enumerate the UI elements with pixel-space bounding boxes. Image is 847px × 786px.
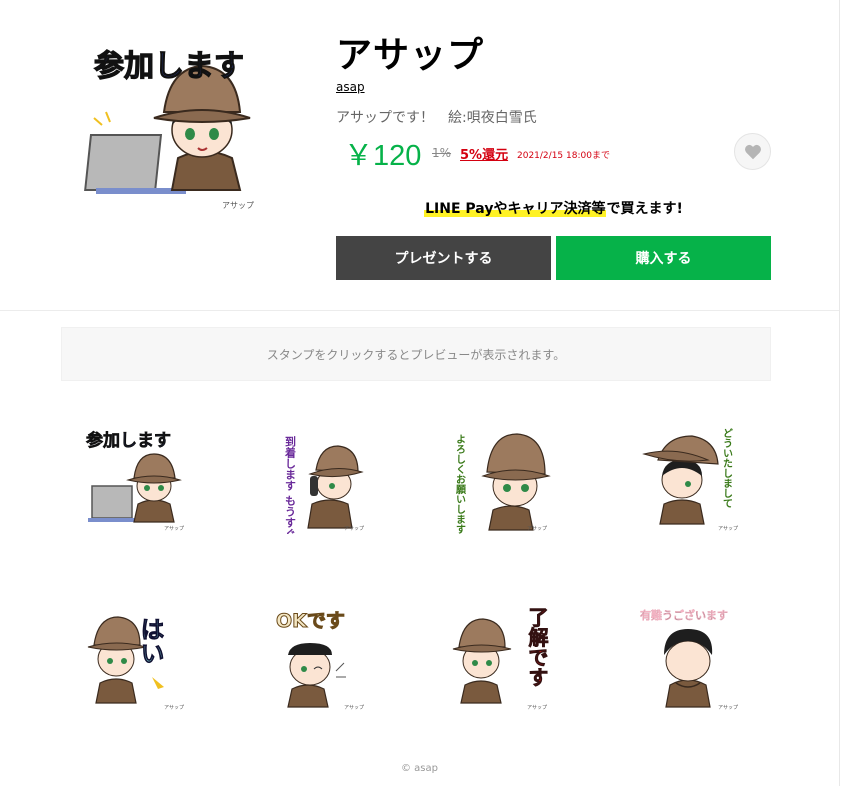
main-sticker-image: 参加します アサップ: [80, 30, 270, 215]
sticker-item[interactable]: 有難うございます アサップ: [636, 603, 746, 713]
price-row: ￥120 1% 5%還元 2021/2/15 18:00まで: [336, 132, 776, 172]
sticker-item[interactable]: よろしくお願いします アサップ: [445, 424, 555, 534]
author-link[interactable]: asap: [336, 80, 365, 94]
svg-text:了解です: 了解です: [525, 607, 549, 687]
product-title: アサップ: [336, 35, 485, 76]
cashback-badge[interactable]: 5%還元: [460, 144, 508, 163]
svg-text:OKです: OKです: [276, 610, 345, 632]
favorite-button[interactable]: [734, 133, 771, 170]
svg-text:アサップ: アサップ: [344, 705, 364, 711]
sticker-item[interactable]: 参加します アサップ: [82, 424, 192, 534]
sticker-item[interactable]: 到着します もうすぐ アサップ: [262, 424, 372, 539]
heart-icon: [744, 144, 761, 159]
old-point-rate: 1%: [432, 146, 452, 160]
svg-text:アサップ: アサップ: [527, 526, 547, 532]
svg-text:到着します もうすぐ: 到着します もうすぐ: [284, 435, 298, 534]
svg-text:参加します: 参加します: [86, 430, 171, 451]
svg-text:有難うございます: 有難うございます: [640, 608, 728, 622]
svg-text:どういたしまして: どういたしまして: [721, 428, 733, 508]
sticker-item[interactable]: はい アサップ: [82, 603, 192, 713]
svg-text:よろしくお願いします: よろしくお願いします: [454, 434, 466, 534]
section-divider: [0, 310, 839, 311]
sticker-item[interactable]: どういたしまして アサップ: [636, 424, 746, 534]
buy-button[interactable]: 購入する: [556, 236, 771, 280]
sticker-item[interactable]: OKです アサップ: [262, 603, 372, 713]
preview-hint: スタンプをクリックするとプレビューが表示されます。: [61, 327, 771, 381]
payment-promo: LINE Payやキャリア決済等で買えます!: [336, 198, 771, 218]
promo-highlight: LINE Payやキャリア決済等: [424, 201, 607, 217]
svg-text:アサップ: アサップ: [164, 705, 184, 711]
copyright-credit: © asap: [401, 763, 438, 774]
svg-text:参加します: 参加します: [94, 49, 244, 84]
illustrator-text: 絵:唄夜白雪氏: [448, 110, 537, 126]
page-edge-divider: [839, 0, 840, 786]
description-text: アサップです！: [336, 110, 434, 126]
sticker-item[interactable]: 了解です アサップ: [445, 603, 555, 713]
svg-text:アサップ: アサップ: [344, 526, 364, 532]
cashback-deadline: 2021/2/15 18:00まで: [517, 151, 610, 161]
svg-text:アサップ: アサップ: [718, 526, 738, 532]
product-description: アサップです！ 絵:唄夜白雪氏: [336, 107, 537, 127]
price: ￥120: [344, 140, 422, 172]
gift-button[interactable]: プレゼントする: [336, 236, 551, 280]
svg-text:アサップ: アサップ: [164, 526, 184, 532]
promo-suffix: で買えます!: [606, 201, 683, 217]
svg-text:アサップ: アサップ: [527, 705, 547, 711]
svg-text:アサップ: アサップ: [718, 705, 738, 711]
svg-text:はい: はい: [136, 617, 164, 665]
svg-text:アサップ: アサップ: [222, 201, 254, 210]
